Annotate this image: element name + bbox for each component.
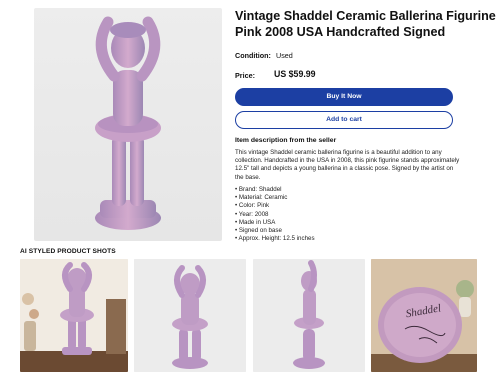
add-to-cart-button[interactable]: Add to cart [235, 111, 453, 129]
styled-figurine-image [20, 259, 128, 372]
condition-label: Condition: [235, 51, 271, 60]
ballerina-figurine-image [95, 16, 161, 230]
description-heading: Item description from the seller [235, 137, 337, 144]
description-body: This vintage Shaddel ceramic ballerina f… [235, 149, 460, 181]
signed-base-image: Shaddel [371, 259, 477, 372]
product-shot-thumbnail[interactable] [134, 259, 246, 372]
price-label: Price: [235, 71, 255, 80]
product-shot-thumbnail[interactable]: Shaddel [371, 259, 477, 372]
listing-title: Vintage Shaddel Ceramic Ballerina Figuri… [235, 9, 496, 39]
product-shot-thumbnail[interactable] [253, 259, 365, 372]
styled-figurine-image [134, 259, 246, 372]
feature-item: Color: Pink [235, 202, 315, 210]
feature-item: Made in USA [235, 219, 315, 227]
styled-shots-heading: AI STYLED PRODUCT SHOTS [20, 248, 116, 255]
feature-item: Signed on base [235, 227, 315, 235]
feature-item: Year: 2008 [235, 211, 315, 219]
product-shot-thumbnail[interactable] [20, 259, 128, 372]
styled-figurine-image [253, 259, 365, 372]
feature-item: Brand: Shaddel [235, 186, 315, 194]
feature-item: Material: Ceramic [235, 194, 315, 202]
feature-item: Approx. Height: 12.5 inches [235, 235, 315, 243]
price-value: US $59.99 [274, 69, 316, 79]
feature-list: Brand: Shaddel Material: Ceramic Color: … [235, 186, 315, 243]
buy-it-now-button[interactable]: Buy It Now [235, 88, 453, 106]
main-product-photo[interactable] [34, 8, 222, 241]
condition-value: Used [276, 51, 293, 60]
